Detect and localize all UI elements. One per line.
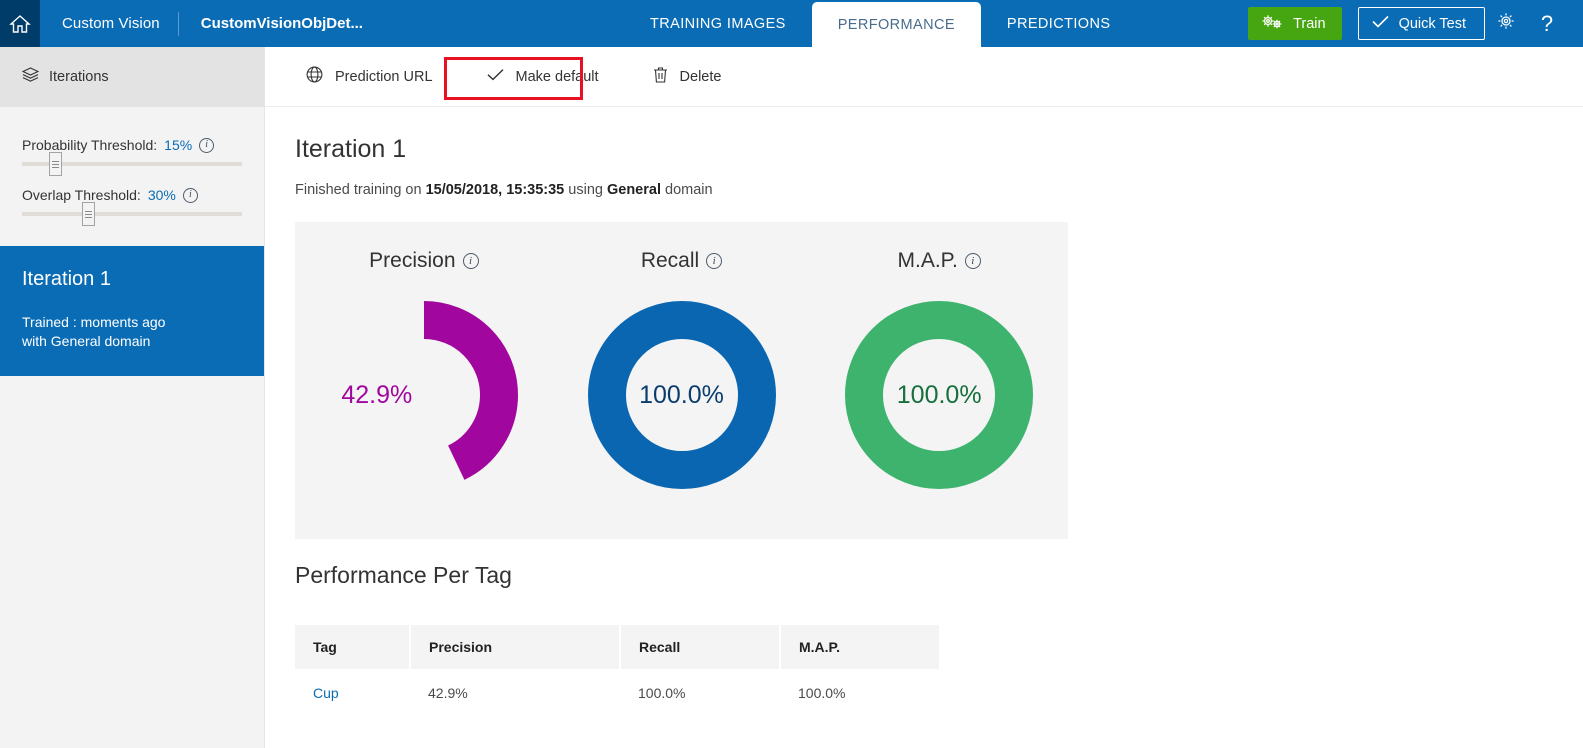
info-icon[interactable]: i <box>965 253 981 269</box>
training-summary: Finished training on 15/05/2018, 15:35:3… <box>265 164 1583 198</box>
tab-predictions[interactable]: PREDICTIONS <box>981 0 1137 47</box>
page-title: Iteration 1 <box>265 107 1583 164</box>
overlap-threshold-handle[interactable] <box>82 202 95 226</box>
main-content: Iteration 1 Finished training on 15/05/2… <box>265 107 1583 748</box>
iteration-card-title: Iteration 1 <box>22 268 242 291</box>
metrics-panel: Precision i 42.9% Recall i <box>295 222 1068 539</box>
map-donut-chart: 100.0% <box>844 300 1034 490</box>
recall-title: Recall i <box>641 249 722 273</box>
metric-precision: Precision i 42.9% <box>295 222 553 539</box>
project-name-label[interactable]: CustomVisionObjDet... <box>179 15 363 32</box>
train-button[interactable]: Train <box>1248 7 1342 40</box>
map-value: 100.0% <box>844 300 1034 490</box>
table-row: Cup 42.9% 100.0% 100.0% <box>295 669 940 717</box>
help-button[interactable]: question-mark-icon ? <box>1527 0 1567 47</box>
probability-threshold-slider[interactable] <box>22 162 242 166</box>
delete-button[interactable]: Delete <box>637 57 738 96</box>
sidebar: Iterations Probability Threshold: 15% i … <box>0 47 265 748</box>
precision-title: Precision i <box>369 249 478 273</box>
iteration-toolbar: Prediction URL Make default Delete <box>265 47 1583 107</box>
summary-suffix: domain <box>661 182 713 198</box>
home-button[interactable] <box>0 0 40 47</box>
performance-per-tag-table: Tag Precision Recall M.A.P. Cup 42.9% 10… <box>295 625 941 717</box>
overlap-threshold-label: Overlap Threshold: 30% i <box>22 187 242 203</box>
probability-threshold-row: Probability Threshold: 15% i <box>22 137 242 166</box>
globe-icon <box>306 66 323 87</box>
iteration-card-domain: with General domain <box>22 332 242 351</box>
gears-icon <box>1260 14 1284 34</box>
sidebar-item-iteration-1[interactable]: Iteration 1 Trained : moments ago with G… <box>0 246 264 376</box>
probability-threshold-label: Probability Threshold: 15% i <box>22 137 242 153</box>
metric-recall: Recall i 100.0% <box>553 222 811 539</box>
column-header-precision: Precision <box>410 625 620 669</box>
precision-donut-chart: 42.9% <box>329 300 519 490</box>
cell-precision: 42.9% <box>410 669 620 717</box>
top-header-bar: Custom Vision CustomVisionObjDet... TRAI… <box>0 0 1583 47</box>
cell-recall: 100.0% <box>620 669 780 717</box>
main-tabs: TRAINING IMAGES PERFORMANCE PREDICTIONS <box>624 0 1136 47</box>
summary-domain: General <box>607 182 661 198</box>
overlap-threshold-row: Overlap Threshold: 30% i <box>22 187 242 216</box>
quick-test-button-label: Quick Test <box>1399 16 1466 32</box>
column-header-map: M.A.P. <box>780 625 940 669</box>
precision-title-label: Precision <box>369 249 455 273</box>
brand-label[interactable]: Custom Vision <box>40 15 178 32</box>
sidebar-header: Iterations <box>0 47 264 107</box>
info-icon[interactable]: i <box>199 138 214 153</box>
overlap-threshold-slider[interactable] <box>22 212 242 216</box>
iteration-card-trained: Trained : moments ago <box>22 313 242 332</box>
layers-icon <box>22 67 39 87</box>
probability-threshold-label-text: Probability Threshold: <box>22 137 157 153</box>
recall-title-label: Recall <box>641 249 699 273</box>
probability-threshold-handle[interactable] <box>49 152 62 176</box>
column-header-tag: Tag <box>295 625 410 669</box>
cell-tag: Cup <box>295 669 410 717</box>
train-button-label: Train <box>1293 16 1326 32</box>
probability-threshold-value: 15% <box>164 137 192 153</box>
tab-training-images[interactable]: TRAINING IMAGES <box>624 0 812 47</box>
summary-middle: using <box>564 182 607 198</box>
prediction-url-button[interactable]: Prediction URL <box>290 57 449 96</box>
prediction-url-label: Prediction URL <box>335 69 433 85</box>
make-default-label: Make default <box>516 69 599 85</box>
sidebar-header-label: Iterations <box>49 69 109 85</box>
column-header-recall: Recall <box>620 625 780 669</box>
precision-value: 42.9% <box>282 300 472 490</box>
overlap-threshold-label-text: Overlap Threshold: <box>22 187 141 203</box>
section-title-performance-per-tag: Performance Per Tag <box>295 562 512 589</box>
table-header-row: Tag Precision Recall M.A.P. <box>295 625 940 669</box>
overlap-threshold-value: 30% <box>148 187 176 203</box>
summary-prefix: Finished training on <box>295 182 426 198</box>
cell-map: 100.0% <box>780 669 940 717</box>
checkmark-icon <box>1372 15 1389 32</box>
map-title: M.A.P. i <box>898 249 981 273</box>
home-icon <box>9 14 31 34</box>
tab-performance[interactable]: PERFORMANCE <box>812 2 981 47</box>
threshold-sliders: Probability Threshold: 15% i Overlap Thr… <box>0 107 264 216</box>
header-actions: Train Quick Test que <box>1248 0 1583 47</box>
settings-button[interactable] <box>1485 0 1527 47</box>
gear-icon <box>1496 11 1516 36</box>
make-default-button[interactable]: Make default <box>471 59 615 94</box>
checkmark-icon <box>487 68 504 85</box>
summary-timestamp: 15/05/2018, 15:35:35 <box>426 182 565 198</box>
tag-link-cup[interactable]: Cup <box>313 685 339 701</box>
metric-map: M.A.P. i 100.0% <box>810 222 1068 539</box>
info-icon[interactable]: i <box>463 253 479 269</box>
recall-value: 100.0% <box>587 300 777 490</box>
info-icon[interactable]: i <box>183 188 198 203</box>
trash-icon <box>653 66 668 87</box>
help-glyph: ? <box>1541 11 1553 37</box>
recall-donut-chart: 100.0% <box>587 300 777 490</box>
delete-label: Delete <box>680 69 722 85</box>
info-icon[interactable]: i <box>706 253 722 269</box>
map-title-label: M.A.P. <box>898 249 958 273</box>
quick-test-button[interactable]: Quick Test <box>1358 7 1485 40</box>
